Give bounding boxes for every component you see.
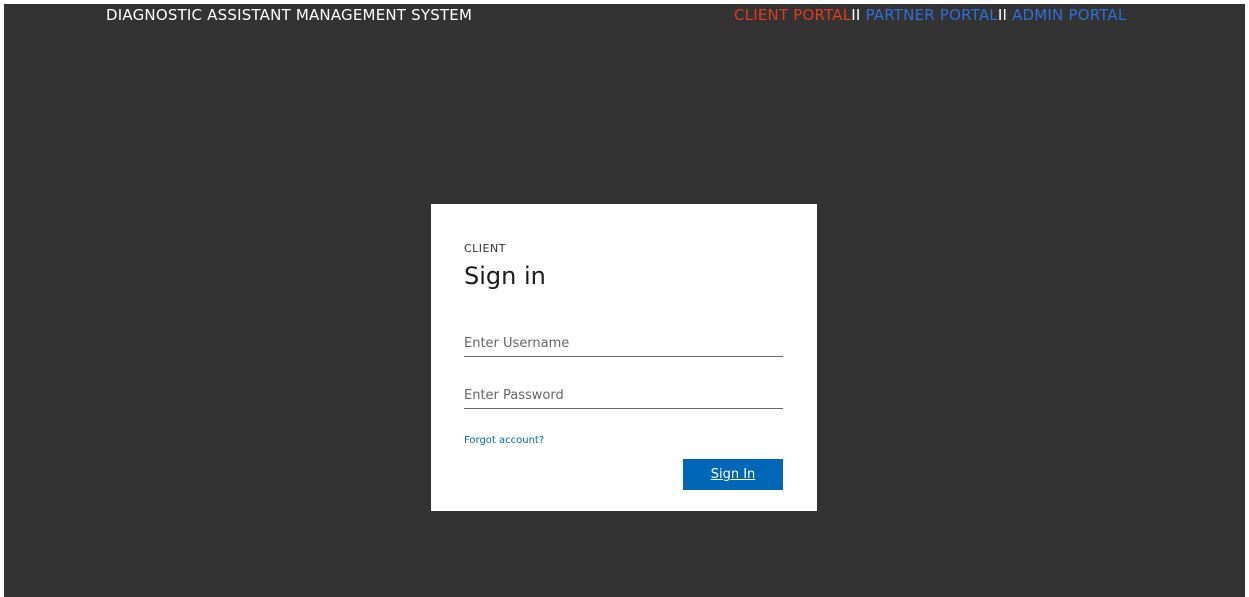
password-input[interactable] — [464, 382, 783, 409]
portal-type-label: CLIENT — [464, 242, 506, 255]
forgot-account-link[interactable]: Forgot account? — [464, 435, 544, 446]
signin-card: CLIENT Sign in Forgot account? Sign In — [431, 204, 817, 511]
app-title: DIAGNOSTIC ASSISTANT MANAGEMENT SYSTEM — [106, 6, 473, 24]
admin-portal-link[interactable]: ADMIN PORTAL — [1012, 6, 1126, 24]
partner-portal-link[interactable]: PARTNER PORTAL — [866, 6, 998, 24]
signin-heading: Sign in — [464, 262, 546, 290]
sign-in-button[interactable]: Sign In — [683, 459, 783, 490]
username-input[interactable] — [464, 330, 783, 357]
nav-separator: II — [851, 6, 861, 24]
client-portal-link[interactable]: CLIENT PORTAL — [734, 6, 851, 24]
page-background: DIAGNOSTIC ASSISTANT MANAGEMENT SYSTEM C… — [4, 4, 1245, 597]
portal-nav: CLIENT PORTALII PARTNER PORTALII ADMIN P… — [734, 6, 1126, 24]
nav-separator: II — [997, 6, 1008, 24]
